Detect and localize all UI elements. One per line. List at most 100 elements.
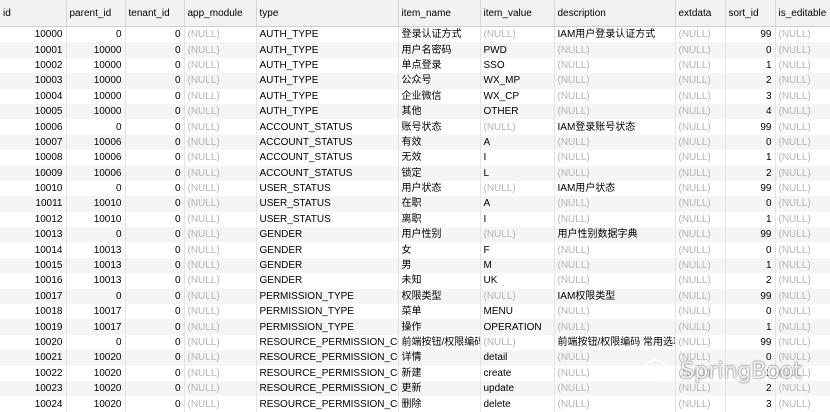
- cell-extdata[interactable]: (NULL): [675, 227, 726, 243]
- cell-tenant-id[interactable]: 0: [125, 288, 185, 305]
- cell-is-editable[interactable]: (NULL): [775, 103, 830, 120]
- cell-app-module[interactable]: (NULL): [184, 134, 257, 151]
- cell-is-editable[interactable]: (NULL): [775, 42, 830, 58]
- cell-type[interactable]: AUTH_TYPE: [256, 42, 399, 58]
- cell-is-editable[interactable]: (NULL): [775, 257, 830, 274]
- cell-parent-id[interactable]: 10020: [66, 365, 126, 381]
- cell-app-module[interactable]: (NULL): [184, 304, 257, 320]
- cell-extdata[interactable]: (NULL): [675, 257, 726, 274]
- cell-type[interactable]: AUTH_TYPE: [256, 103, 399, 120]
- cell-parent-id[interactable]: 0: [66, 119, 126, 135]
- cell-sort-id[interactable]: 99: [725, 334, 776, 351]
- cell-tenant-id[interactable]: 0: [125, 304, 185, 320]
- cell-sort-id[interactable]: 2: [725, 273, 776, 289]
- cell-description[interactable]: (NULL): [554, 73, 676, 89]
- cell-parent-id[interactable]: 10020: [66, 396, 126, 412]
- cell-extdata[interactable]: (NULL): [675, 396, 726, 412]
- cell-sort-id[interactable]: 0: [725, 42, 776, 58]
- column-header-parent-id[interactable]: parent_id: [66, 0, 126, 27]
- cell-id[interactable]: 10009: [0, 165, 67, 181]
- cell-parent-id[interactable]: 10013: [66, 257, 126, 274]
- column-header-id[interactable]: id: [0, 0, 67, 27]
- cell-type[interactable]: ACCOUNT_STATUS: [256, 134, 399, 151]
- table-row[interactable]: 10009 10006 0 (NULL) ACCOUNT_STATUS 锁定 L (NULL)…: [0, 165, 830, 181]
- column-header-description[interactable]: description: [554, 0, 676, 27]
- cell-item-name[interactable]: 权限类型: [398, 288, 481, 305]
- cell-extdata[interactable]: (NULL): [675, 57, 726, 74]
- cell-app-module[interactable]: (NULL): [184, 211, 257, 228]
- cell-app-module[interactable]: (NULL): [184, 103, 257, 120]
- cell-tenant-id[interactable]: 0: [125, 180, 185, 197]
- cell-app-module[interactable]: (NULL): [184, 73, 257, 89]
- cell-is-editable[interactable]: (NULL): [775, 57, 830, 74]
- cell-description[interactable]: (NULL): [554, 134, 676, 151]
- cell-parent-id[interactable]: 10010: [66, 196, 126, 212]
- cell-app-module[interactable]: (NULL): [184, 165, 257, 181]
- cell-description[interactable]: IAM用户登录认证方式: [554, 26, 676, 43]
- cell-description[interactable]: IAM登录账号状态: [554, 119, 676, 135]
- table-row[interactable]: 1002000(NULL)RESOURCE_PERMISSION_CODE前端按…: [0, 334, 830, 351]
- cell-is-editable[interactable]: (NULL): [775, 227, 830, 243]
- cell-description[interactable]: (NULL): [554, 150, 676, 166]
- cell-parent-id[interactable]: 10020: [66, 350, 126, 366]
- cell-sort-id[interactable]: 0: [725, 350, 776, 366]
- table-row[interactable]: 10021100200(NULL)RESOURCE_PERMISSION_COD…: [0, 350, 830, 366]
- cell-description[interactable]: 前端按钮/权限编码 常用选项: [554, 334, 676, 351]
- cell-parent-id[interactable]: 10000: [66, 42, 126, 58]
- cell-app-module[interactable]: (NULL): [184, 26, 257, 43]
- cell-item-name[interactable]: 登录认证方式: [398, 26, 481, 43]
- cell-app-module[interactable]: (NULL): [184, 257, 257, 274]
- cell-sort-id[interactable]: 1: [725, 150, 776, 166]
- cell-item-name[interactable]: 用户状态: [398, 180, 481, 197]
- cell-item-value[interactable]: detail: [480, 350, 555, 366]
- cell-parent-id[interactable]: 0: [66, 26, 126, 43]
- cell-description[interactable]: (NULL): [554, 242, 676, 258]
- cell-item-value[interactable]: SSO: [480, 57, 555, 74]
- table-row[interactable]: 10010 0 0 (NULL) USER_STATUS 用户状态 (NULL) IAM用户状…: [0, 180, 830, 197]
- cell-item-name[interactable]: 前端按钮/权限编码: [398, 334, 481, 351]
- cell-id[interactable]: 10014: [0, 242, 67, 258]
- cell-item-value[interactable]: M: [480, 257, 555, 274]
- cell-parent-id[interactable]: 10000: [66, 88, 126, 104]
- cell-parent-id[interactable]: 0: [66, 180, 126, 197]
- cell-item-name[interactable]: 女: [398, 242, 481, 258]
- cell-id[interactable]: 10000: [0, 26, 67, 43]
- cell-app-module[interactable]: (NULL): [184, 350, 257, 366]
- cell-item-value[interactable]: MENU: [480, 304, 555, 320]
- cell-sort-id[interactable]: 1: [725, 57, 776, 74]
- cell-is-editable[interactable]: (NULL): [775, 288, 830, 305]
- cell-extdata[interactable]: (NULL): [675, 42, 726, 58]
- cell-parent-id[interactable]: 10017: [66, 304, 126, 320]
- cell-item-name[interactable]: 账号状态: [398, 119, 481, 135]
- table-row[interactable]: 10015 10013 0 (NULL) GENDER 男 M (NULL) (NULL) 1 (N…: [0, 257, 830, 274]
- cell-app-module[interactable]: (NULL): [184, 150, 257, 166]
- cell-id[interactable]: 10022: [0, 365, 67, 381]
- cell-item-value[interactable]: (NULL): [480, 119, 555, 135]
- cell-parent-id[interactable]: 10006: [66, 165, 126, 181]
- table-row[interactable]: 10003 10000 0 (NULL) AUTH_TYPE 公众号 WX_MP (NULL)…: [0, 73, 830, 89]
- cell-type[interactable]: RESOURCE_PERMISSION_CODE: [256, 396, 399, 412]
- cell-type[interactable]: RESOURCE_PERMISSION_CODE: [256, 334, 399, 351]
- cell-item-value[interactable]: I: [480, 150, 555, 166]
- cell-item-value[interactable]: A: [480, 134, 555, 151]
- cell-type[interactable]: USER_STATUS: [256, 180, 399, 197]
- cell-tenant-id[interactable]: 0: [125, 103, 185, 120]
- cell-id[interactable]: 10007: [0, 134, 67, 151]
- cell-tenant-id[interactable]: 0: [125, 73, 185, 89]
- cell-app-module[interactable]: (NULL): [184, 42, 257, 58]
- cell-is-editable[interactable]: (NULL): [775, 196, 830, 212]
- cell-sort-id[interactable]: 99: [725, 119, 776, 135]
- cell-item-value[interactable]: (NULL): [480, 334, 555, 351]
- cell-item-value[interactable]: A: [480, 196, 555, 212]
- cell-tenant-id[interactable]: 0: [125, 273, 185, 289]
- table-row[interactable]: 10013 0 0 (NULL) GENDER 用户性别 (NULL) 用户性别数据字典 (NU…: [0, 227, 830, 243]
- cell-sort-id[interactable]: 99: [725, 26, 776, 43]
- cell-extdata[interactable]: (NULL): [675, 196, 726, 212]
- cell-type[interactable]: AUTH_TYPE: [256, 57, 399, 74]
- cell-item-name[interactable]: 离职: [398, 211, 481, 228]
- cell-type[interactable]: ACCOUNT_STATUS: [256, 150, 399, 166]
- cell-is-editable[interactable]: (NULL): [775, 365, 830, 381]
- cell-item-value[interactable]: create: [480, 365, 555, 381]
- cell-item-name[interactable]: 无效: [398, 150, 481, 166]
- column-header-extdata[interactable]: extdata: [675, 0, 726, 27]
